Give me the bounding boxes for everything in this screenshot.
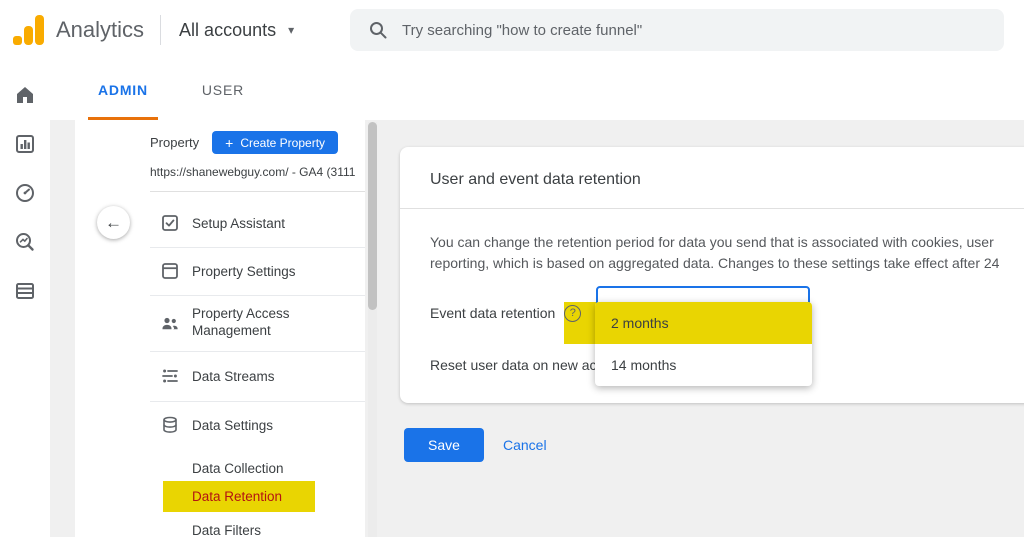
admin-configure-icon[interactable] — [13, 279, 37, 303]
help-icon[interactable]: ? — [564, 304, 582, 322]
search-input[interactable] — [402, 21, 1004, 39]
menu-item-label: Property Access Management — [192, 306, 290, 338]
explore-icon[interactable] — [13, 181, 37, 205]
retention-dropdown-menu: 2 months 14 months — [595, 302, 812, 386]
nav-rail — [0, 60, 50, 548]
logo-bar — [35, 15, 44, 45]
google-analytics-logo-icon — [12, 13, 46, 47]
reset-user-data-label: Reset user data on new ac — [430, 357, 597, 373]
account-selector-label: All accounts — [179, 19, 277, 40]
data-retention-card: User and event data retention You can ch… — [400, 147, 1024, 403]
chevron-down-icon: ▾ — [288, 23, 295, 37]
logo-dot — [13, 36, 22, 45]
data-settings-icon — [163, 416, 177, 433]
menu-item-data-settings[interactable]: Data Settings — [75, 401, 365, 449]
search-icon — [370, 22, 387, 39]
menu-item-data-collection[interactable]: Data Collection — [75, 454, 365, 482]
bottom-strip — [50, 537, 1024, 548]
menu-item-label: Property Settings — [192, 263, 296, 279]
home-icon[interactable] — [13, 83, 37, 107]
search-bar[interactable] — [350, 9, 1004, 51]
header-divider — [160, 15, 162, 45]
menu-item-setup-assistant[interactable]: Setup Assistant — [75, 199, 365, 247]
menu-item-property-access-management[interactable]: Property Access Management — [75, 295, 365, 351]
create-property-button[interactable]: + Create Property — [212, 131, 339, 154]
menu-item-label: Data Filters — [192, 522, 262, 538]
divider — [400, 208, 1024, 209]
menu-item-property-settings[interactable]: Property Settings — [75, 247, 365, 295]
dropdown-option-2-months[interactable]: 2 months — [595, 302, 812, 344]
cancel-button[interactable]: Cancel — [503, 437, 547, 453]
menu-item-data-streams[interactable]: Data Streams — [75, 351, 365, 401]
plus-icon: + — [225, 134, 234, 151]
property-section-label: Property — [150, 135, 200, 150]
app-header: Analytics All accounts ▾ — [0, 0, 1024, 60]
help-glyph: ? — [569, 307, 576, 319]
card-body-text: reporting, which is based on aggregated … — [430, 255, 1000, 271]
advertising-icon[interactable] — [13, 230, 37, 254]
panel-scrollbar[interactable] — [368, 122, 377, 537]
highlight-annotation: Data Retention — [163, 481, 315, 512]
divider — [150, 191, 365, 192]
menu-item-label: Data Settings — [192, 417, 274, 433]
scrollbar-thumb[interactable] — [368, 122, 377, 310]
menu-item-label: Data Streams — [192, 368, 275, 384]
admin-tabs: ADMIN USER — [50, 60, 1024, 120]
data-streams-icon — [162, 369, 178, 383]
property-header-row: Property + Create Property — [150, 131, 339, 154]
card-title: User and event data retention — [430, 171, 641, 188]
property-selector[interactable]: https://shanewebguy.com/ - GA4 (3111... — [150, 165, 355, 179]
create-property-label: Create Property — [240, 135, 326, 150]
app-name: Analytics — [56, 17, 145, 42]
logo-bar — [24, 26, 33, 45]
tab-admin[interactable]: ADMIN — [88, 60, 158, 120]
menu-item-label: Data Collection — [192, 460, 284, 476]
tab-user[interactable]: USER — [192, 60, 254, 120]
reports-icon[interactable] — [13, 132, 37, 156]
event-data-retention-field-label: Event data retention ? — [430, 300, 582, 326]
admin-property-panel: Property + Create Property https://shane… — [75, 120, 365, 548]
save-button[interactable]: Save — [404, 428, 484, 462]
card-body-text: You can change the retention period for … — [430, 234, 994, 250]
analytics-admin-screen: Analytics All accounts ▾ Try searching "… — [0, 0, 1024, 548]
property-settings-icon — [162, 263, 178, 279]
menu-item-label: Data Retention — [192, 489, 283, 504]
dropdown-option-14-months[interactable]: 14 months — [595, 344, 812, 386]
field-label-text: Event data retention — [430, 305, 556, 321]
people-icon — [162, 317, 178, 330]
account-selector[interactable]: All accounts ▾ — [179, 20, 294, 41]
setup-assistant-icon — [162, 215, 178, 231]
menu-item-label: Setup Assistant — [192, 215, 286, 231]
menu-item-data-retention[interactable]: Data Retention — [75, 481, 365, 512]
